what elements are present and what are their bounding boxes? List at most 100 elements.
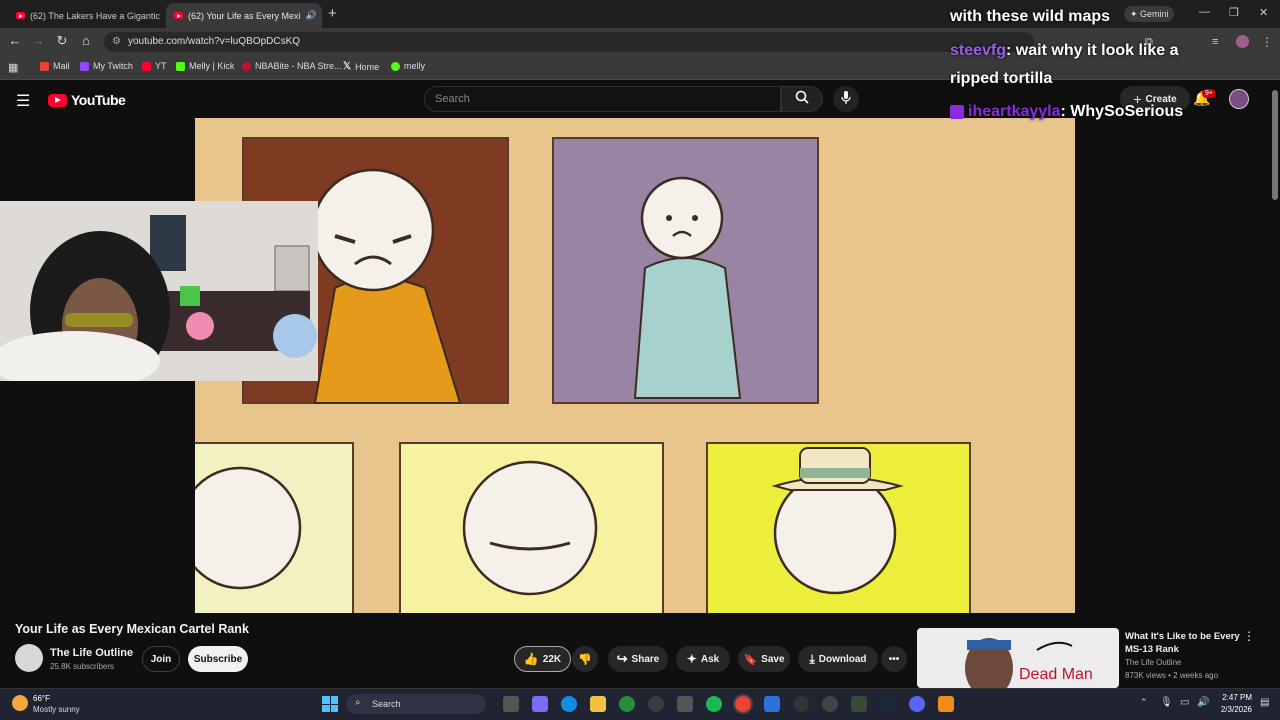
notification-badge: 9+ xyxy=(1202,89,1216,98)
photos-icon[interactable] xyxy=(764,696,780,712)
search-button[interactable] xyxy=(781,86,823,112)
bookmark-my-twitch[interactable]: My Twitch xyxy=(80,61,133,71)
thumbs-down-icon: 👎 xyxy=(578,653,592,666)
search-icon: ⌕ xyxy=(355,697,361,708)
download-button[interactable]: ⤓ Download xyxy=(798,646,878,672)
bookmark-label: Home xyxy=(355,61,380,72)
sparkle-icon: ✦ xyxy=(686,652,697,666)
copilot-icon[interactable] xyxy=(532,696,548,712)
gemini-button[interactable]: ✦ Gemini xyxy=(1124,6,1174,22)
recommended-video-meta: 873K views • 2 weeks ago xyxy=(1125,671,1219,680)
steam-icon[interactable] xyxy=(880,696,896,712)
youtube-logo[interactable]: YouTube xyxy=(48,92,126,108)
volume-icon[interactable]: 🔊 xyxy=(1197,697,1209,708)
store-icon[interactable] xyxy=(677,696,693,712)
download-icon: ⤓ xyxy=(809,651,815,666)
clock-time[interactable]: 2:47 PM xyxy=(1218,693,1252,702)
kick-icon xyxy=(391,61,400,71)
channel-avatar[interactable] xyxy=(15,644,43,672)
url-text: youtube.com/watch?v=luQBOpDCsKQ xyxy=(128,36,301,47)
bookmark-melly[interactable]: melly xyxy=(391,61,425,71)
audio-playing-icon[interactable]: 🔊 xyxy=(306,10,317,21)
subscribe-button[interactable]: Subscribe xyxy=(188,646,248,672)
forward-arrow-icon[interactable]: → xyxy=(29,33,47,48)
microphone-icon[interactable]: 🎙 xyxy=(1160,697,1173,708)
taskbar-search-box[interactable]: ⌕ Search xyxy=(346,694,486,714)
bookmark-melly-kick[interactable]: Melly | Kick xyxy=(176,61,234,71)
bookmark-home[interactable]: 𝕏 Home xyxy=(343,61,379,72)
weather-description[interactable]: Mostly sunny xyxy=(33,705,80,714)
more-actions-button[interactable]: ••• xyxy=(881,646,907,672)
chat-message: with these wild maps xyxy=(950,8,1110,26)
browser-tab[interactable]: (62) The Lakers Have a Gigantic ✕ xyxy=(8,3,163,28)
reload-icon[interactable]: ↻ xyxy=(53,33,71,49)
hamburger-menu-icon[interactable]: ☰ xyxy=(16,91,30,111)
network-icon[interactable]: ▭ xyxy=(1180,697,1189,708)
bookmark-nbabite[interactable]: NBABite - NBA Stre... xyxy=(242,61,342,71)
apps-grid-icon[interactable]: ▦ xyxy=(8,61,18,74)
browser-tab-active[interactable]: (62) Your Life as Every Mexi 🔊 ✕ xyxy=(166,3,322,28)
spotify-icon[interactable] xyxy=(706,696,722,712)
clock-date[interactable]: 2/3/2026 xyxy=(1212,705,1252,714)
profile-avatar[interactable] xyxy=(1236,35,1249,48)
edge-icon[interactable] xyxy=(561,696,577,712)
weather-temp[interactable]: 66°F xyxy=(33,694,50,703)
bookmark-label: Melly | Kick xyxy=(189,61,235,71)
share-button[interactable]: ↪ Share xyxy=(608,646,668,672)
tray-overflow-icon[interactable]: ⌃ xyxy=(1140,697,1148,708)
xbox-icon[interactable] xyxy=(619,696,635,712)
join-button[interactable]: Join xyxy=(142,646,180,672)
title-line: MS-13 Rank xyxy=(1125,644,1179,655)
maximize-window-icon[interactable]: ❐ xyxy=(1229,6,1239,19)
back-arrow-icon[interactable]: ← xyxy=(6,33,24,48)
chat-message-text: : wait why it look like a xyxy=(1006,42,1179,59)
page-scrollbar[interactable] xyxy=(1272,90,1278,200)
app-icon[interactable] xyxy=(851,696,867,712)
bookmark-yt[interactable]: YT xyxy=(142,61,167,71)
new-tab-button[interactable]: + xyxy=(328,5,337,22)
notification-center-icon[interactable]: ▤ xyxy=(1260,697,1269,708)
capcut-icon[interactable] xyxy=(822,696,838,712)
browser-menu-icon[interactable]: ⋮ xyxy=(1261,35,1273,49)
minimize-window-icon[interactable]: — xyxy=(1199,6,1210,18)
media-app-icon[interactable] xyxy=(793,696,809,712)
task-view-icon[interactable] xyxy=(503,696,519,712)
bookmark-mail[interactable]: Mail xyxy=(40,61,70,71)
save-button[interactable]: 🔖 Save xyxy=(738,646,790,672)
reading-list-icon[interactable]: ≡ xyxy=(1212,36,1218,48)
chrome-icon[interactable] xyxy=(733,694,753,714)
recommended-video-thumbnail[interactable]: Dead Man xyxy=(917,628,1119,688)
address-bar[interactable]: ⚙ youtube.com/watch?v=luQBOpDCsKQ xyxy=(104,32,1034,52)
discord-icon[interactable] xyxy=(909,696,925,712)
twitch-icon xyxy=(80,61,89,71)
tab-label: (62) Your Life as Every Mexi xyxy=(188,10,301,21)
home-icon[interactable]: ⌂ xyxy=(77,33,95,48)
video-frame-cartoon xyxy=(195,137,971,613)
close-window-icon[interactable]: ✕ xyxy=(1259,6,1268,19)
site-info-icon[interactable]: ⚙ xyxy=(112,36,121,47)
youtube-logo-text: YouTube xyxy=(71,92,126,108)
app-icon[interactable] xyxy=(648,696,664,712)
chat-message-text: : WhySoSerious xyxy=(1060,103,1184,120)
file-explorer-icon[interactable] xyxy=(590,696,606,712)
tab-label: (62) The Lakers Have a Gigantic xyxy=(30,10,160,21)
ask-label: Ask xyxy=(700,653,720,665)
app-icon[interactable] xyxy=(938,696,954,712)
dislike-button[interactable]: 👎 xyxy=(572,646,598,672)
recommended-video-title[interactable]: What It's Like to be Every MS-13 Rank xyxy=(1125,630,1240,656)
channel-name[interactable]: The Life Outline xyxy=(50,647,133,659)
weather-sun-icon[interactable] xyxy=(12,695,28,711)
bookmark-icon: 🔖 xyxy=(743,653,758,666)
youtube-icon xyxy=(142,61,151,71)
start-windows-icon[interactable] xyxy=(322,696,338,712)
like-button[interactable]: 👍 22K xyxy=(514,646,571,672)
recommended-more-icon[interactable]: ⋮ xyxy=(1243,629,1255,643)
video-player[interactable] xyxy=(195,118,1075,613)
recommended-channel-name[interactable]: The Life Outline xyxy=(1125,658,1181,667)
taskbar-search-label: Search xyxy=(372,699,401,709)
subscriber-badge-icon xyxy=(950,105,964,119)
ask-button[interactable]: ✦ Ask xyxy=(676,646,730,672)
voice-search-button[interactable] xyxy=(833,86,859,112)
account-avatar[interactable] xyxy=(1229,89,1249,109)
search-input[interactable]: Search xyxy=(424,86,781,112)
